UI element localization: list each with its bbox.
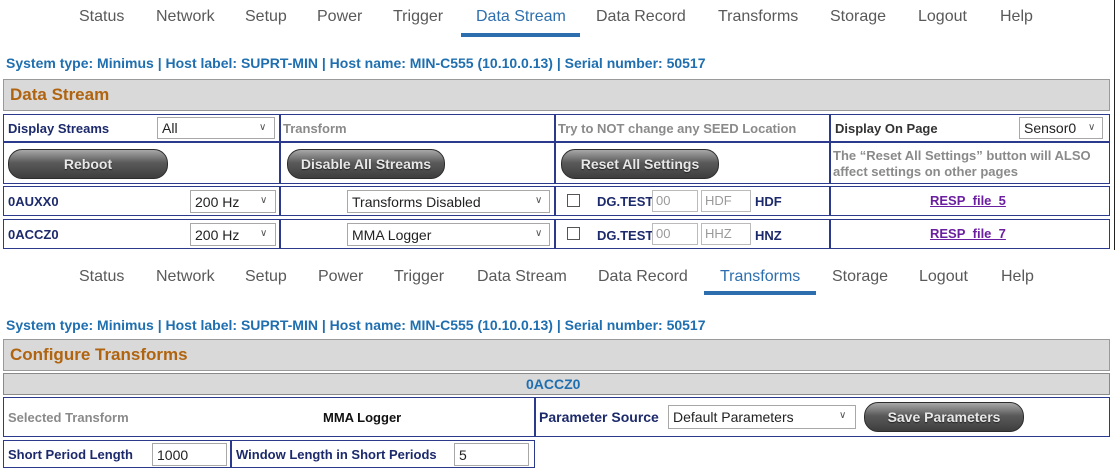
nav-storage[interactable]: Storage (830, 2, 886, 32)
seed-network: DG.TEST. (597, 228, 656, 243)
nav-data-record[interactable]: Data Record (598, 262, 688, 292)
channel-field[interactable]: HDF (701, 190, 751, 212)
stream-name: 0ACCZ0 (8, 227, 59, 242)
nav-transforms[interactable]: Transforms (718, 2, 798, 32)
transform-header: Transform (283, 121, 347, 136)
parameter-source-label: Parameter Source (539, 409, 659, 425)
nav-status[interactable]: Status (79, 2, 124, 32)
nav-logout[interactable]: Logout (919, 262, 968, 292)
nav-setup[interactable]: Setup (245, 2, 287, 32)
transform-header-cell: Transform (280, 114, 555, 142)
window-length-input[interactable] (454, 443, 529, 466)
nav-trigger[interactable]: Trigger (394, 262, 444, 292)
short-period-label: Short Period Length (8, 447, 133, 462)
nav-transforms[interactable]: Transforms (720, 262, 800, 292)
disable-all-streams-button[interactable]: Disable All Streams (287, 149, 445, 179)
channel-code: HNZ (755, 228, 782, 243)
seed-header-cell: Try to NOT change any SEED Location (555, 114, 830, 142)
nav-network[interactable]: Network (156, 262, 215, 292)
reset-note-cell: The “Reset All Settings” button will ALS… (830, 142, 1110, 184)
location-field[interactable]: 00 (652, 223, 698, 245)
sample-rate-select[interactable]: 200 Hz (190, 190, 276, 213)
channel-title: 0ACCZ0 (526, 376, 581, 392)
right-edge-divider (1114, 0, 1115, 250)
configure-transforms-header: Configure Transforms (3, 339, 1110, 371)
data-stream-header: Data Stream (3, 79, 1110, 111)
nav-data-stream[interactable]: Data Stream (476, 2, 566, 32)
seed-network: DG.TEST. (597, 194, 656, 209)
channel-bar: 0ACCZ0 (3, 373, 1110, 395)
channel-field[interactable]: HHZ (701, 223, 751, 245)
selected-transform-value: MMA Logger (323, 410, 402, 425)
selected-transform-label: Selected Transform (8, 410, 129, 425)
sample-rate-select[interactable]: 200 Hz (190, 223, 276, 246)
nav-network[interactable]: Network (156, 2, 215, 32)
window-length-label: Window Length in Short Periods (236, 447, 437, 462)
stream-name: 0AUXX0 (8, 194, 59, 209)
display-on-page-label: Display On Page (835, 121, 938, 136)
nav-help[interactable]: Help (1000, 2, 1033, 32)
nav-data-stream[interactable]: Data Stream (477, 262, 567, 292)
reset-all-settings-button[interactable]: Reset All Settings (561, 149, 719, 179)
seed-header: Try to NOT change any SEED Location (558, 121, 797, 136)
nav-data-record[interactable]: Data Record (596, 2, 686, 32)
system-info: System type: Minimus | Host label: SUPRT… (6, 55, 706, 71)
nav-logout[interactable]: Logout (918, 2, 967, 32)
short-period-input[interactable] (152, 443, 227, 466)
display-streams-select[interactable]: All (157, 117, 275, 139)
enable-checkbox[interactable] (567, 194, 580, 207)
nav-storage[interactable]: Storage (832, 262, 888, 292)
save-parameters-button[interactable]: Save Parameters (864, 402, 1024, 432)
enable-checkbox[interactable] (567, 227, 580, 240)
selected-transform-cell: Selected Transform MMA Logger (3, 397, 535, 437)
top-nav: Status Network Setup Power Trigger Data … (0, 2, 1117, 37)
second-nav: Status Network Setup Power Trigger Data … (0, 262, 1117, 295)
nav-status[interactable]: Status (79, 262, 124, 292)
channel-code: HDF (755, 194, 782, 209)
transform-select[interactable]: MMA Logger (347, 223, 550, 246)
active-tab-underline (704, 291, 816, 295)
reset-note: The “Reset All Settings” button will ALS… (833, 148, 1091, 179)
transform-select[interactable]: Transforms Disabled (347, 190, 550, 213)
active-tab-underline (461, 33, 580, 37)
display-streams-label: Display Streams (8, 121, 110, 136)
reboot-button[interactable]: Reboot (8, 149, 168, 179)
parameter-source-select[interactable]: Default Parameters (668, 405, 856, 429)
resp-file-link[interactable]: RESP_file_5 (930, 193, 1006, 208)
nav-power[interactable]: Power (317, 2, 362, 32)
location-field[interactable]: 00 (652, 190, 698, 212)
nav-power[interactable]: Power (318, 262, 363, 292)
resp-file-link[interactable]: RESP_file_7 (930, 226, 1006, 241)
nav-trigger[interactable]: Trigger (393, 2, 443, 32)
nav-setup[interactable]: Setup (245, 262, 287, 292)
system-info: System type: Minimus | Host label: SUPRT… (6, 317, 706, 333)
nav-help[interactable]: Help (1001, 262, 1034, 292)
display-on-page-select[interactable]: Sensor0 (1019, 117, 1103, 139)
